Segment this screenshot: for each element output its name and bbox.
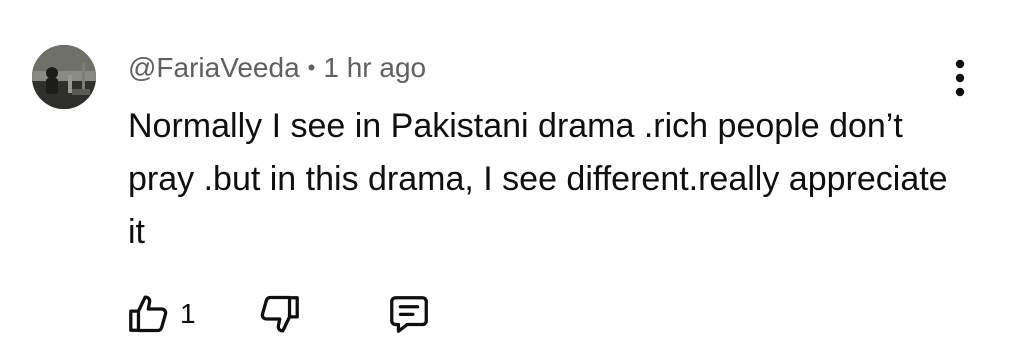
comment-text: Normally I see in Pakistani drama .rich … <box>128 107 948 251</box>
timestamp[interactable]: 1 hr ago <box>323 52 426 84</box>
author-name[interactable]: @FariaVeeda <box>128 52 300 84</box>
dislike-button[interactable] <box>256 291 302 337</box>
more-options-button[interactable] <box>944 56 976 100</box>
reply-comment-icon <box>389 296 428 333</box>
comment-item: @FariaVeeda • 1 hr ago Normally I see in… <box>0 0 1024 349</box>
thumb-down-icon <box>260 295 299 333</box>
more-vert-icon <box>955 59 965 97</box>
avatar-image <box>32 45 96 109</box>
reply-button[interactable] <box>386 291 432 337</box>
avatar[interactable] <box>32 45 96 109</box>
thumb-up-icon <box>129 295 168 333</box>
comment-actions: 1 <box>126 288 432 340</box>
comment-header: @FariaVeeda • 1 hr ago <box>128 50 426 86</box>
like-button[interactable]: 1 <box>126 291 196 337</box>
header-separator: • <box>307 55 316 80</box>
like-count: 1 <box>180 298 196 329</box>
